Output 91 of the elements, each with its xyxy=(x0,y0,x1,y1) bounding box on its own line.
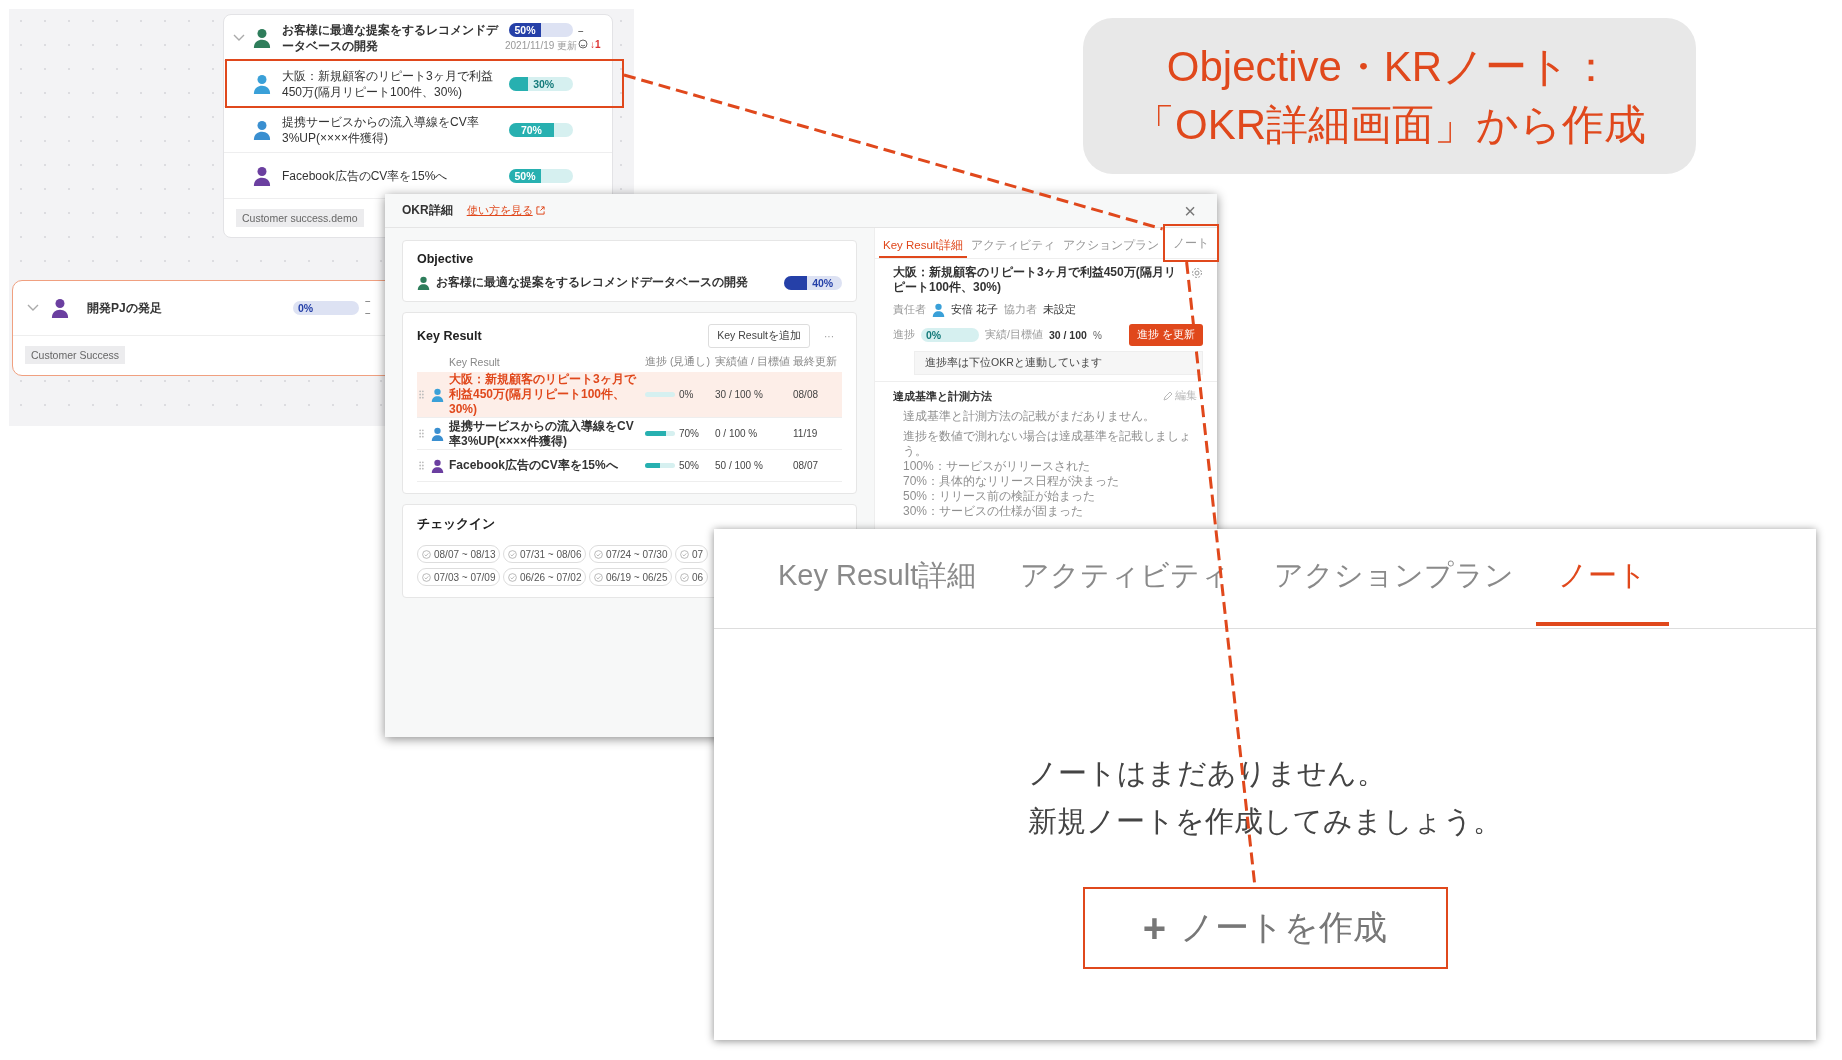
period-chip[interactable]: 06/19 ~ 06/25 xyxy=(589,568,673,586)
team-tag: Customer Success xyxy=(25,346,126,364)
column-header: 実績値 / 目標値 xyxy=(715,355,791,369)
check-icon xyxy=(680,549,689,559)
objective-title: お客様に最適な提案をするレコメンドデータベースの開発 xyxy=(436,275,749,290)
face-icon xyxy=(578,39,588,49)
section-heading: チェックイン xyxy=(417,516,496,533)
table-cell-text: 08/07 xyxy=(793,460,820,471)
progress-label: 30% xyxy=(533,76,555,91)
callout-text: Objective・KRノート： xyxy=(1166,42,1613,92)
drag-handle-icon[interactable] xyxy=(417,461,426,470)
table-cell-text: 30 / 100 % xyxy=(715,389,764,400)
team-tag: Customer success.demo xyxy=(236,209,364,227)
table-row[interactable]: 提携サービスからの流入導線をCV率3%UP(××××件獲得) 70% 0 / 100 % 11/19 xyxy=(417,418,842,450)
key-result-title: 大阪：新規顧客のリピート3ヶ月で利益450万(隔月リピート100件、30%) xyxy=(282,67,494,100)
key-result-title: Facebook広告のCV率を15%へ xyxy=(282,167,449,184)
table-cell-text: 50 / 100 % xyxy=(715,460,764,471)
dash-text: − xyxy=(365,296,372,308)
update-progress-button[interactable]: 進捗 を更新 xyxy=(1129,324,1203,346)
period-chip[interactable]: 07/24 ~ 07/30 xyxy=(589,545,673,563)
callout-text: 「OKR詳細画面」から作成 xyxy=(1133,100,1646,150)
chevron-down-icon[interactable] xyxy=(27,304,39,312)
section-heading: Objective xyxy=(417,252,475,266)
dash-text: − xyxy=(578,25,584,37)
table-row[interactable]: Facebook広告のCV率を15%へ 50% 50 / 100 % 08/07 xyxy=(417,450,842,482)
progress-label: 50% xyxy=(513,23,537,37)
period-chip[interactable]: 07/03 ~ 07/09 xyxy=(417,568,501,586)
column-header: Key Result xyxy=(449,356,501,368)
check-icon xyxy=(422,572,431,582)
table-row[interactable]: 大阪：新規顧客のリピート3ヶ月で利益450万(隔月リピート100件、30%) 0% 30 / 100 % 08/08 xyxy=(417,372,842,418)
settings-icon[interactable] xyxy=(1191,267,1203,279)
project-title: 開発PJの発足 xyxy=(87,299,163,317)
add-key-result-button[interactable]: Key Resultを追加 xyxy=(708,324,810,348)
owner-name: 安倍 花子 xyxy=(951,302,999,317)
drag-handle-icon[interactable] xyxy=(417,429,426,438)
table-cell: 50% xyxy=(679,460,699,471)
period-chip[interactable]: 07/31 ~ 08/06 xyxy=(503,545,587,563)
field-label: 責任者 xyxy=(893,302,926,317)
check-icon xyxy=(508,549,517,559)
create-note-button[interactable]: + ノートを作成 xyxy=(1082,887,1448,969)
table-cell-text: 0 / 100 % xyxy=(715,428,759,439)
table-cell-text: Facebook広告のCV率を15%へ xyxy=(449,458,619,473)
field-label: 進捗 xyxy=(893,328,915,342)
drag-handle-icon[interactable] xyxy=(417,390,426,399)
dash-text: − xyxy=(365,308,372,320)
unit-text: % xyxy=(1092,329,1102,341)
check-icon xyxy=(594,572,603,582)
trend-count: ↓1 xyxy=(590,38,601,50)
table-cell-text: 大阪：新規顧客のリピート3ヶ月で利益450万(隔月リピート100件、30%) xyxy=(449,372,638,417)
collaborator-value: 未設定 xyxy=(1043,302,1077,317)
pencil-icon xyxy=(1163,391,1173,401)
period-chip[interactable]: 07 xyxy=(675,545,709,563)
column-header: 進捗 (見通し) xyxy=(645,355,711,369)
empty-message: ノートはまだありません。 新規ノートを作成してみましょう。 xyxy=(1028,756,1502,839)
section-heading: Key Result xyxy=(417,329,482,343)
table-cell-text: 11/19 xyxy=(793,428,819,439)
table-cell-text: 08/08 xyxy=(793,389,820,400)
actual-value: 30 / 100 xyxy=(1048,329,1087,341)
check-icon xyxy=(680,572,689,582)
progress-label: 0% xyxy=(926,328,942,342)
check-icon xyxy=(422,549,431,559)
info-notice: 進捗率は下位OKRと連動しています xyxy=(914,351,1203,375)
table-cell: 0% xyxy=(679,389,694,400)
external-link-icon xyxy=(535,206,545,215)
close-button[interactable]: × xyxy=(1180,200,1200,221)
key-result-title: 提携サービスからの流入導線をCV率3%UP(××××件獲得) xyxy=(282,113,480,146)
field-label: 実績/目標値 xyxy=(985,328,1043,342)
tab[interactable]: ノート xyxy=(1536,529,1670,626)
objective-title: お客様に最適な提案をするレコメンドデータベースの開発 xyxy=(282,21,500,54)
period-chip[interactable]: 08/07 ~ 08/13 xyxy=(417,545,501,563)
check-icon xyxy=(508,572,517,582)
progress-label: 50% xyxy=(513,168,537,183)
progress-label: 0% xyxy=(298,301,314,315)
key-result-row[interactable]: 提携サービスからの流入導線をCV率3%UP(××××件獲得) 70% xyxy=(224,107,612,153)
tab[interactable]: Key Result詳細 xyxy=(879,234,967,258)
progress-label: 40% xyxy=(812,275,834,290)
key-result-title: 大阪：新規顧客のリピート3ヶ月で利益450万(隔月リピート100件、30%) xyxy=(893,265,1177,295)
progress-label: 70% xyxy=(519,122,543,137)
chevron-down-icon[interactable] xyxy=(233,33,245,42)
dialog-title: OKR詳細 xyxy=(402,202,453,219)
table-cell-text: 提携サービスからの流入導線をCV率3%UP(××××件獲得) xyxy=(449,418,635,449)
period-chip[interactable]: 06 xyxy=(675,568,709,586)
column-header: 最終更新 xyxy=(793,355,838,369)
section-heading: 達成基準と計測方法 xyxy=(893,388,992,404)
check-icon xyxy=(594,549,603,559)
hint-text: 進捗を数値で測れない場合は達成基準を記載しましょう。 100%：サービスがリリースされた 70%：具体的なリリース日程が決まった 50%：リリース前の検証が始まった 30%：サービスの仕様が固まった xyxy=(903,429,1192,519)
key-result-row[interactable]: 大阪：新規顧客のリピート3ヶ月で利益450万(隔月リピート100件、30%) 30% xyxy=(224,61,612,107)
table-cell: 70% xyxy=(679,428,699,439)
period-chip[interactable]: 06/26 ~ 07/02 xyxy=(503,568,587,586)
empty-message: 達成基準と計測方法の記載がまだありません。 xyxy=(903,409,1156,424)
field-label: 協力者 xyxy=(1004,302,1038,317)
